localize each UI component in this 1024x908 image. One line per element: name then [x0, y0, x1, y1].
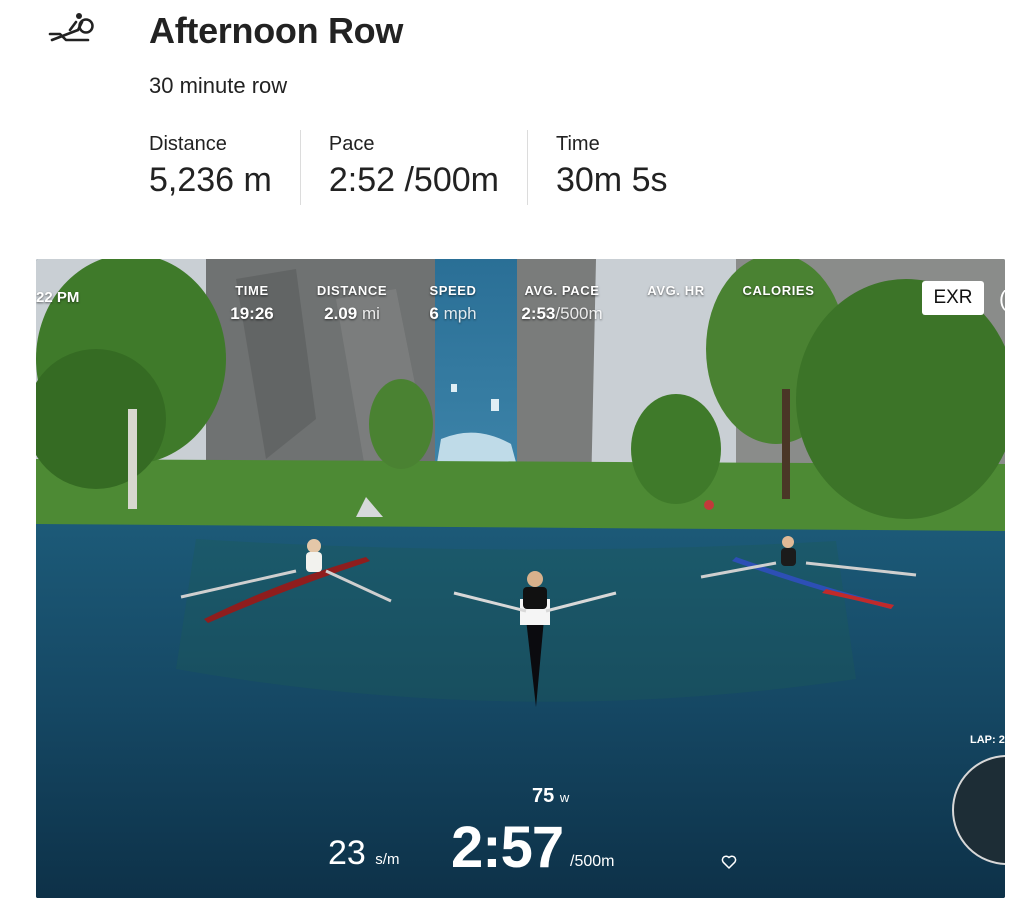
metric-avg-hr: AVG. HR	[641, 283, 711, 298]
exr-brand-button[interactable]: EXR	[922, 281, 984, 315]
watts-unit: w	[559, 790, 570, 805]
workout-subtitle: 30 minute row	[149, 73, 288, 98]
metric-value: 19:26	[228, 304, 276, 324]
metric-value: 6 mph	[423, 304, 483, 324]
metric-unit: mph	[443, 304, 477, 323]
metric-distance: DISTANCE 2.09 mi	[308, 283, 396, 324]
watts-readout: 75 w	[532, 785, 569, 808]
rowing-video-screenshot[interactable]: 22 PM TIME 19:26 DISTANCE 2.09 mi SPEED …	[36, 259, 1005, 898]
current-pace-unit: /500m	[570, 853, 615, 870]
metric-speed: SPEED 6 mph	[423, 283, 483, 324]
stat-value: 30m 5s	[555, 161, 668, 199]
metric-label: TIME	[235, 283, 269, 298]
workout-title: Afternoon Row	[149, 10, 404, 51]
stroke-rate-readout: 23 s/m	[328, 834, 399, 873]
metric-unit: /500m	[555, 304, 603, 323]
stat-pace: Pace 2:52 /500m	[299, 130, 527, 205]
metric-value: 2:53/500m	[508, 304, 616, 324]
current-pace-value: 2:57	[451, 815, 564, 880]
metric-label: AVG. HR	[647, 283, 705, 298]
stat-distance: Distance 5,236 m	[149, 130, 300, 205]
course-minimap	[952, 755, 1005, 865]
stat-label: Pace	[328, 133, 375, 155]
stat-value: 5,236 m	[149, 161, 272, 199]
metric-number: 2.09	[324, 304, 358, 323]
metric-number: 6	[429, 304, 439, 323]
metric-label: AVG. PACE	[524, 283, 600, 298]
metric-label: CALORIES	[742, 283, 815, 298]
lake-scene	[36, 259, 1005, 898]
rowing-machine-icon	[48, 13, 94, 42]
metric-label: DISTANCE	[316, 283, 388, 298]
heart-icon	[721, 855, 737, 869]
next-control-partial: (	[999, 286, 1005, 312]
stat-value: 2:52 /500m	[328, 161, 499, 199]
metric-time: TIME 19:26	[228, 283, 276, 324]
metric-number: 19:26	[230, 304, 274, 323]
stat-label: Distance	[149, 133, 227, 155]
metric-label: SPEED	[429, 283, 477, 298]
metric-unit: mi	[361, 304, 380, 323]
metric-calories: CALORIES	[736, 283, 821, 298]
metric-avg-pace: AVG. PACE 2:53/500m	[508, 283, 616, 324]
metric-value: 2.09 mi	[308, 304, 396, 324]
stroke-rate-unit: s/m	[375, 851, 400, 868]
metric-number: 2:53	[521, 304, 556, 323]
stat-time: Time 30m 5s	[526, 130, 696, 205]
stat-label: Time	[555, 133, 600, 155]
clock-time: 22 PM	[36, 289, 80, 306]
workout-stats: Distance 5,236 m Pace 2:52 /500m Time 30…	[149, 130, 695, 205]
watts-value: 75	[532, 785, 555, 807]
stroke-rate-value: 23	[328, 834, 366, 872]
lap-counter: LAP: 2	[970, 734, 1005, 746]
